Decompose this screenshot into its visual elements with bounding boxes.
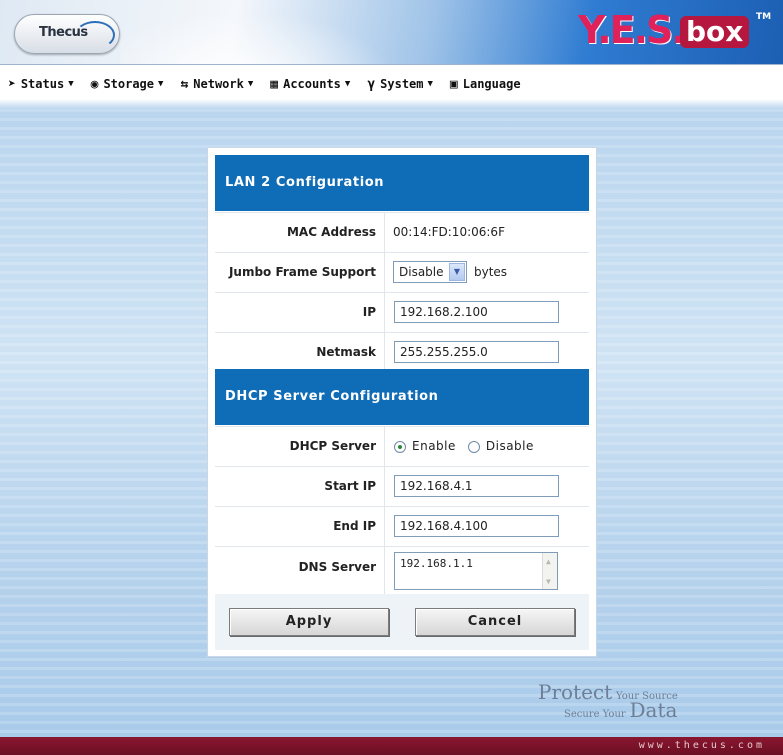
dns-server-row: DNS Server 192.168.1.1 ▲ ▼ (215, 546, 589, 594)
mac-address-value: 00:14:FD:10:06:6F (393, 225, 505, 239)
menu-accounts-label: Accounts (283, 77, 341, 91)
dhcp-enable-label[interactable]: Enable (412, 427, 456, 466)
menu-accounts[interactable]: ▦ Accounts ▼ (270, 77, 350, 92)
end-ip-label: End IP (215, 507, 385, 546)
chevron-down-icon: ▼ (68, 79, 74, 89)
cancel-button[interactable]: Cancel (415, 608, 575, 636)
dhcp-section-title: DHCP Server Configuration (215, 369, 589, 425)
logo-ring-icon (75, 21, 115, 49)
chevron-down-icon: ▼ (158, 79, 164, 89)
dhcp-enable-radio[interactable] (394, 440, 406, 453)
lan2-section-title: LAN 2 Configuration (215, 155, 589, 211)
end-ip-cell: 192.168.4.100 (386, 507, 589, 546)
end-ip-input[interactable]: 192.168.4.100 (394, 515, 559, 537)
menu-storage-label: Storage (103, 77, 155, 91)
dns-server-cell: 192.168.1.1 ▲ ▼ (386, 547, 589, 594)
menu-divider (0, 99, 783, 109)
app-header: Thecus Y.E.S. box TM (0, 0, 783, 65)
menu-status-label: Status (20, 77, 65, 91)
dns-server-textarea[interactable]: 192.168.1.1 ▲ ▼ (394, 552, 558, 590)
netmask-row: Netmask 255.255.255.0 (215, 332, 589, 372)
network-icon: ⇆ (180, 76, 189, 92)
jumbo-frame-cell: Disable ▼ bytes (386, 253, 589, 292)
menu-storage[interactable]: ◉ Storage ▼ (91, 77, 164, 92)
ip-label: IP (215, 293, 385, 332)
mac-address-label: MAC Address (215, 213, 385, 252)
lan2-config-panel: LAN 2 Configuration MAC Address 00:14:FD… (207, 147, 597, 657)
header-swoosh (120, 0, 420, 64)
form-actions: Apply Cancel (215, 594, 589, 650)
chevron-down-icon: ▼ (344, 79, 351, 89)
end-ip-row: End IP 192.168.4.100 (215, 506, 589, 546)
dhcp-server-label: DHCP Server (215, 427, 385, 466)
start-ip-row: Start IP 192.168.4.1 (215, 466, 589, 506)
system-icon: γ (367, 76, 376, 92)
menu-network-label: Network (193, 77, 244, 91)
mac-address-row: MAC Address 00:14:FD:10:06:6F (215, 212, 589, 252)
thecus-logo: Thecus (14, 14, 120, 54)
ip-input[interactable]: 192.168.2.100 (394, 301, 559, 323)
scroll-down-icon[interactable]: ▼ (546, 575, 551, 589)
footer-bar: www.thecus.com (0, 737, 783, 755)
trademark-mark: TM (756, 12, 772, 22)
menu-system[interactable]: γ System ▼ (367, 77, 433, 92)
dns-scrollbar[interactable]: ▲ ▼ (542, 553, 557, 589)
chevron-down-icon: ▼ (247, 79, 254, 89)
dhcp-disable-radio[interactable] (467, 440, 480, 453)
start-ip-label: Start IP (215, 467, 385, 506)
jumbo-frame-label: Jumbo Frame Support (215, 253, 385, 292)
dhcp-disable-label[interactable]: Disable (486, 427, 534, 466)
ip-row: IP 192.168.2.100 (215, 292, 589, 332)
chevron-down-icon[interactable]: ▼ (449, 263, 465, 281)
status-icon: ➤ (8, 76, 16, 92)
storage-icon: ◉ (90, 76, 99, 92)
menu-language[interactable]: ▣ Language (450, 77, 521, 92)
protect-slogan: Protect Your Source Secure Your Data (538, 680, 678, 722)
dhcp-server-cell: Enable Disable (386, 427, 589, 466)
menu-network[interactable]: ⇆ Network ▼ (180, 77, 253, 92)
yesbox-logo-box: box (680, 16, 750, 48)
jumbo-frame-select[interactable]: Disable ▼ (393, 261, 467, 283)
start-ip-cell: 192.168.4.1 (386, 467, 589, 506)
dhcp-server-row: DHCP Server Enable Disable (215, 426, 589, 466)
slogan-secure-your: Secure Your (564, 709, 626, 720)
ip-cell: 192.168.2.100 (386, 293, 589, 332)
menu-system-label: System (380, 77, 424, 91)
dns-server-label: DNS Server (215, 547, 385, 594)
jumbo-frame-selected: Disable (399, 265, 444, 279)
netmask-input[interactable]: 255.255.255.0 (394, 341, 559, 363)
menu-language-label: Language (462, 77, 521, 91)
start-ip-input[interactable]: 192.168.4.1 (394, 475, 559, 497)
chevron-down-icon: ▼ (427, 79, 433, 89)
jumbo-frame-row: Jumbo Frame Support Disable ▼ bytes (215, 252, 589, 292)
apply-button[interactable]: Apply (229, 608, 389, 636)
netmask-cell: 255.255.255.0 (386, 333, 589, 372)
netmask-label: Netmask (215, 333, 385, 372)
yesbox-logo-yes: Y.E.S. (578, 8, 686, 52)
accounts-icon: ▦ (270, 76, 279, 92)
menu-status[interactable]: ➤ Status ▼ (8, 77, 74, 92)
main-menu: ➤ Status ▼ ◉ Storage ▼ ⇆ Network ▼ ▦ Acc… (0, 65, 783, 109)
language-icon: ▣ (449, 76, 458, 92)
footer-url[interactable]: www.thecus.com (639, 740, 765, 751)
scroll-up-icon[interactable]: ▲ (546, 555, 551, 569)
jumbo-frame-unit: bytes (474, 265, 508, 279)
slogan-data: Data (629, 698, 678, 722)
dns-server-value: 192.168.1.1 (400, 557, 473, 570)
